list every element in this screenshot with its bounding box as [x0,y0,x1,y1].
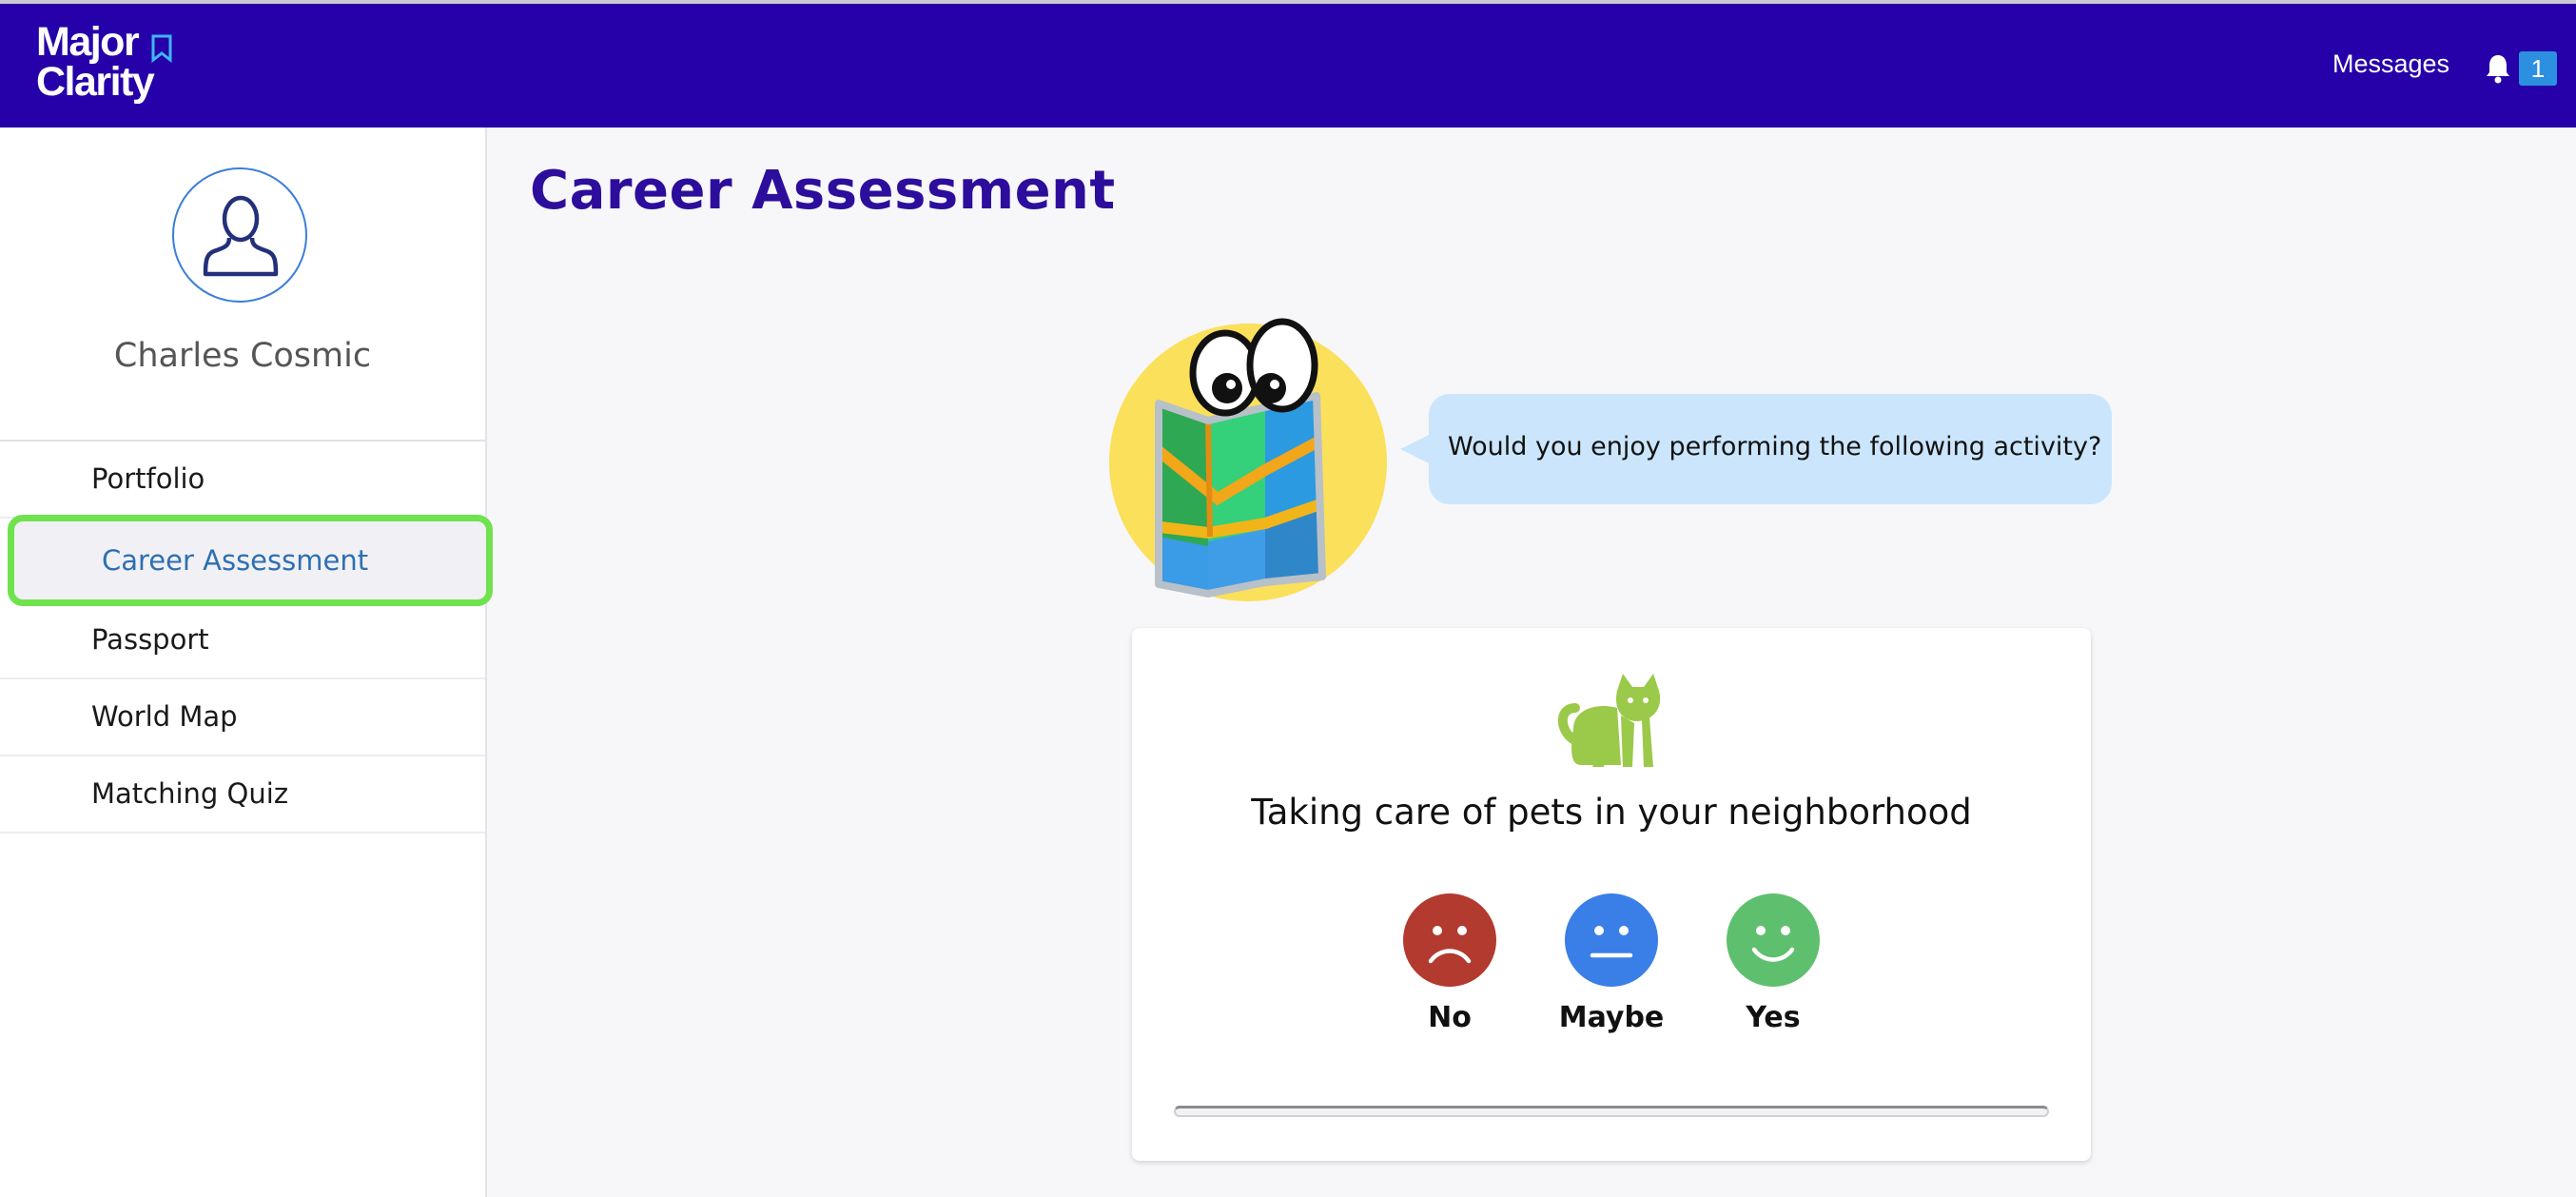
notification-count-badge[interactable]: 1 [2519,51,2557,86]
question-card: Taking care of pets in your neighborhood… [1132,628,2091,1161]
bookmark-icon [151,34,172,63]
answer-maybe-button[interactable]: Maybe [1545,893,1678,1034]
sidebar-nav: Portfolio Career Assessment Passport Wor… [0,440,493,834]
messages-link[interactable]: Messages [2332,49,2449,79]
speech-bubble: Would you enjoy performing the following… [1400,394,2112,504]
happy-face-icon [1727,893,1820,987]
answer-maybe-label: Maybe [1558,1001,1665,1034]
answer-yes-button[interactable]: Yes [1707,893,1840,1034]
sad-face-icon [1403,893,1496,987]
page-title: Career Assessment [530,160,1116,222]
user-name: Charles Cosmic [113,337,372,375]
sidebar-item-portfolio[interactable]: Portfolio [0,442,485,519]
sidebar-item-matching-quiz[interactable]: Matching Quiz [0,756,485,834]
activity-text: Taking care of pets in your neighborhood [1251,792,1972,833]
neutral-face-icon [1565,893,1658,987]
bell-icon[interactable] [2485,53,2511,84]
sidebar-item-world-map[interactable]: World Map [0,679,485,756]
answer-yes-label: Yes [1746,1001,1801,1034]
assessment-progress-bar [1174,1106,2049,1117]
cat-icon [1557,674,1661,767]
sidebar: Charles Cosmic Portfolio Career Assessme… [0,128,493,1197]
avatar[interactable] [172,167,307,303]
major-clarity-logo[interactable]: Major Clarity [36,19,172,105]
map-mascot-icon [1109,318,1387,601]
logo-text-major: Major [36,19,140,65]
user-icon [203,195,279,277]
sidebar-item-career-assessment[interactable]: Career Assessment [8,515,493,606]
answer-no-label: No [1428,1001,1472,1034]
sidebar-item-passport[interactable]: Passport [0,602,485,679]
assessment-prompt: Would you enjoy performing the following… [1448,432,2102,461]
answer-no-button[interactable]: No [1383,893,1516,1034]
logo-text-clarity: Clarity [36,59,155,105]
top-navigation-bar: Major Clarity Messages 1 [0,0,2576,128]
